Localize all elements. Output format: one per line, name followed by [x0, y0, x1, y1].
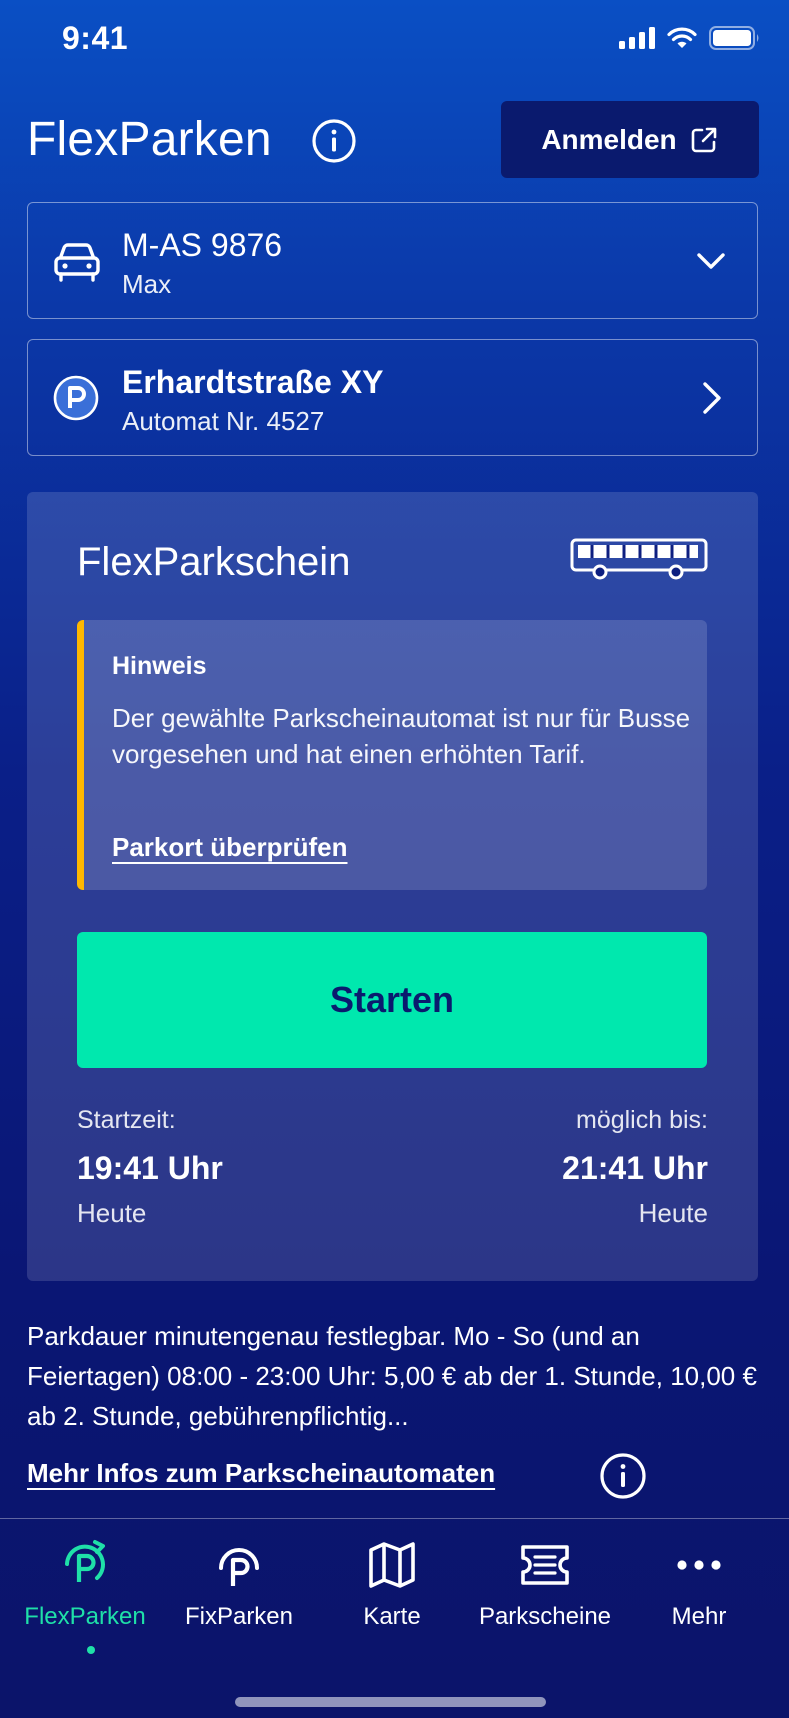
- tab-label: Parkscheine: [478, 1603, 612, 1630]
- signal-icon: [619, 27, 655, 49]
- notice-title: Hinweis: [112, 652, 207, 680]
- vehicle-owner: Max: [122, 269, 172, 299]
- end-time-day: Heute: [638, 1198, 708, 1228]
- map-icon: [369, 1542, 415, 1588]
- tab-parkscheine[interactable]: Parkscheine: [466, 1537, 624, 1657]
- status-icons: [619, 26, 761, 50]
- tab-label: Karte: [363, 1603, 421, 1630]
- tab-label: Mehr: [671, 1603, 727, 1630]
- start-time-day: Heute: [77, 1198, 147, 1228]
- notice-text: Der gewählte Parkscheinautomat ist nur f…: [112, 703, 691, 769]
- vehicle-plate: M-AS 9876: [122, 227, 283, 263]
- chevron-right-icon: [703, 382, 721, 414]
- tab-karte[interactable]: Karte: [313, 1537, 471, 1657]
- info-icon[interactable]: [598, 1451, 648, 1501]
- start-time-label: Startzeit:: [77, 1106, 176, 1134]
- status-time: 9:41: [62, 20, 129, 56]
- tab-fixparken[interactable]: FixParken: [160, 1537, 318, 1657]
- location-machine: Automat Nr. 4527: [122, 406, 325, 436]
- app-title: FlexParken: [27, 113, 272, 166]
- tab-bar: FlexParken FixParken Karte Parkscheine M…: [0, 1518, 789, 1718]
- battery-icon: [709, 26, 759, 50]
- check-location-link[interactable]: Parkort überprüfen: [112, 832, 348, 863]
- parking-icon: [53, 375, 99, 421]
- card-title: FlexParkschein: [77, 540, 351, 584]
- tab-label: FixParken: [184, 1603, 294, 1630]
- home-indicator: [235, 1697, 546, 1707]
- status-bar: 9:41: [0, 0, 789, 80]
- car-icon: [54, 243, 100, 282]
- location-selector[interactable]: Erhardtstraße XY Automat Nr. 4527: [27, 339, 758, 456]
- flexparken-icon: [65, 1540, 105, 1582]
- vehicle-selector[interactable]: M-AS 9876 Max: [27, 202, 758, 319]
- login-button[interactable]: Anmelden: [501, 101, 759, 178]
- tariff-text: Parkdauer minutengenau festlegbar. Mo - …: [27, 1321, 757, 1431]
- active-indicator: [87, 1646, 95, 1654]
- wifi-icon: [667, 27, 697, 48]
- notice-box: Hinweis Der gewählte Parkscheinautomat i…: [77, 620, 707, 890]
- bus-icon: [570, 538, 708, 580]
- chevron-down-icon: [697, 253, 725, 269]
- header: FlexParken Anmelden: [27, 100, 759, 180]
- external-link-icon: [691, 127, 716, 152]
- end-time-value: 21:41 Uhr: [562, 1150, 708, 1186]
- tab-label: FlexParken: [24, 1603, 146, 1630]
- more-info-link[interactable]: Mehr Infos zum Parkscheinautomaten: [27, 1458, 495, 1489]
- tab-mehr[interactable]: Mehr: [620, 1537, 778, 1657]
- info-icon[interactable]: [311, 118, 357, 164]
- end-time-label: möglich bis:: [576, 1106, 708, 1134]
- more-icon: [677, 1560, 721, 1570]
- ticket-icon: [521, 1545, 569, 1585]
- login-label: Anmelden: [541, 123, 677, 155]
- parking-ticket-card: FlexParkschein Hinweis Der gewählte Park…: [27, 492, 758, 1281]
- location-street: Erhardtstraße XY: [122, 364, 384, 400]
- fixparken-icon: [219, 1548, 259, 1586]
- tab-flexparken[interactable]: FlexParken: [6, 1537, 164, 1657]
- start-button[interactable]: Starten: [77, 932, 707, 1068]
- start-time-value: 19:41 Uhr: [77, 1150, 223, 1186]
